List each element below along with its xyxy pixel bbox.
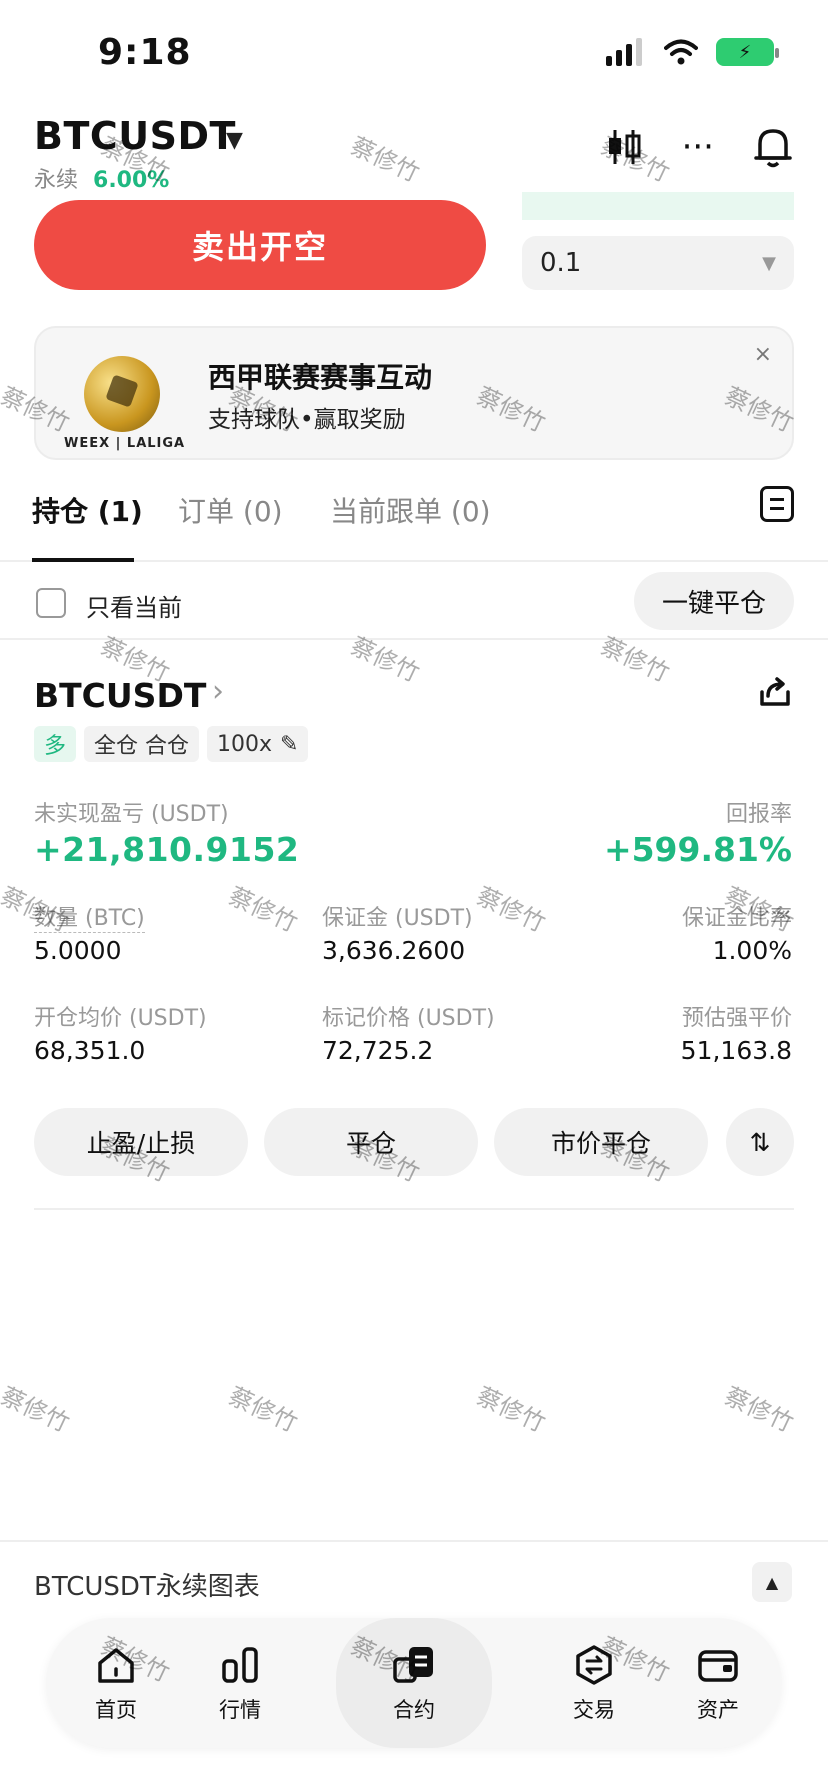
close-all-button[interactable]: 一键平仓 (634, 572, 794, 630)
mark-price-value: 72,725.2 (322, 1036, 434, 1065)
share-icon[interactable] (758, 676, 792, 708)
watermark: 蔡修竹 (472, 881, 550, 938)
perp-label: 永续 (34, 168, 79, 193)
nav-markets[interactable]: 行情 (180, 1618, 300, 1748)
watermark: 蔡修竹 (224, 881, 302, 938)
futures-icon (393, 1647, 433, 1683)
quantity-select[interactable]: 0.1 ▼ (522, 236, 794, 290)
status-icons: ⚡ (606, 38, 779, 66)
header: BTCUSDT ▼ 永续 6.00% ··· (0, 110, 828, 200)
qty-value: 5.0000 (34, 936, 122, 965)
banner-title: 西甲联赛赛事互动 (208, 361, 433, 394)
quantity-value: 0.1 (540, 248, 582, 278)
watermark: 蔡修竹 (720, 1381, 798, 1438)
tab-copy-trading[interactable]: 当前跟单 (0) (330, 490, 491, 530)
nav-trade[interactable]: 交易 (534, 1618, 654, 1748)
sell-short-button[interactable]: 卖出开空 (34, 200, 486, 290)
header-actions: ··· (606, 126, 792, 168)
entry-price-value: 68,351.0 (34, 1036, 146, 1065)
margin-ratio-label: 保证金比率 (681, 906, 792, 931)
mark-price-label: 标记价格 (USDT) (322, 1006, 495, 1031)
divider (34, 1208, 794, 1210)
nav-markets-label: 行情 (219, 1698, 261, 1722)
margin-value: 3,636.2600 (322, 936, 466, 965)
candlestick-icon[interactable] (606, 128, 642, 166)
nav-assets[interactable]: 资产 (658, 1618, 778, 1748)
entry-price-label: 开仓均价 (USDT) (34, 1006, 207, 1031)
current-only-label: 只看当前 (86, 594, 182, 622)
pair-selector[interactable]: BTCUSDT (34, 114, 236, 158)
wallet-icon (698, 1650, 738, 1682)
position-tags: 多 全仓 合仓 100x ✎ (34, 726, 309, 762)
bar-chart-icon (222, 1647, 258, 1683)
qty-label[interactable]: 数量 (BTC) (34, 900, 145, 933)
orderbook-strip (522, 192, 794, 220)
tpsl-button[interactable]: 止盈/止损 (34, 1108, 248, 1176)
promo-banner[interactable]: WEEX | LALIGA 西甲联赛赛事互动 支持球队•赢取奖励 × (34, 326, 794, 460)
liq-price-label: 预估强平价 (681, 1006, 792, 1031)
roe-value: +599.81% (603, 830, 792, 869)
liq-price-value: 51,163.8 (680, 1036, 792, 1065)
roe-label: 回报率 (725, 802, 792, 827)
perp-rate: 6.00% (93, 168, 170, 193)
chevron-right-icon[interactable]: › (212, 674, 224, 709)
edit-icon: ✎ (280, 731, 299, 757)
close-icon[interactable]: × (754, 342, 772, 367)
close-position-button[interactable]: 平仓 (264, 1108, 478, 1176)
nav-futures[interactable]: 合约 (336, 1618, 492, 1748)
caret-down-icon: ▼ (762, 252, 776, 274)
bell-icon[interactable] (754, 126, 792, 168)
leverage-value: 100x (217, 731, 273, 757)
nav-home[interactable]: 首页 (56, 1618, 176, 1748)
watermark: 蔡修竹 (0, 1381, 74, 1438)
current-only-checkbox[interactable] (36, 588, 66, 618)
nav-assets-label: 资产 (697, 1698, 739, 1722)
chart-bar[interactable]: BTCUSDT永续图表 ▲ (0, 1540, 828, 1630)
reverse-icon[interactable]: ⇅ (726, 1108, 794, 1176)
bottom-nav: 首页 行情 合约 交易 资产 (46, 1618, 782, 1748)
tab-indicator (32, 558, 134, 562)
exchange-icon (576, 1645, 612, 1685)
watermark: 蔡修竹 (472, 1381, 550, 1438)
nav-trade-label: 交易 (573, 1698, 615, 1722)
margin-label: 保证金 (USDT) (322, 906, 473, 931)
nav-home-label: 首页 (95, 1698, 137, 1722)
filter-row: 只看当前 一键平仓 (0, 566, 828, 640)
home-icon (98, 1648, 134, 1683)
watermark: 蔡修竹 (224, 1381, 302, 1438)
tab-orders[interactable]: 订单 (0) (178, 490, 283, 530)
nav-futures-label: 合约 (393, 1698, 435, 1722)
football-icon (84, 356, 160, 432)
brand-logo: WEEX | LALIGA (64, 436, 186, 451)
status-bar: 9:18 ⚡ (0, 0, 828, 110)
margin-mode-tag[interactable]: 全仓 合仓 (84, 726, 200, 762)
pnl-value: +21,810.9152 (34, 830, 300, 869)
wifi-icon (664, 39, 698, 65)
banner-subtitle: 支持球队•赢取奖励 (208, 407, 406, 433)
position-actions: 止盈/止损 平仓 市价平仓 ⇅ (34, 1108, 794, 1176)
market-close-button[interactable]: 市价平仓 (494, 1108, 708, 1176)
caret-down-icon[interactable]: ▼ (226, 128, 243, 153)
position-symbol[interactable]: BTCUSDT (34, 676, 206, 715)
side-tag: 多 (34, 726, 77, 762)
margin-ratio-value: 1.00% (712, 936, 792, 965)
perp-info: 永续 6.00% (34, 162, 169, 194)
leverage-tag[interactable]: 100x ✎ (207, 726, 309, 762)
document-icon[interactable] (760, 486, 794, 522)
chevron-up-icon[interactable]: ▲ (752, 1562, 792, 1602)
chart-label: BTCUSDT永续图表 (34, 1572, 260, 1602)
more-icon[interactable]: ··· (682, 127, 714, 167)
pnl-label: 未实现盈亏 (USDT) (34, 802, 229, 827)
battery-icon: ⚡ (716, 38, 779, 66)
clock: 9:18 (98, 32, 192, 73)
signal-icon (606, 38, 642, 66)
position-tabs: 持仓 (1) 订单 (0) 当前跟单 (0) (0, 486, 828, 562)
tab-positions[interactable]: 持仓 (1) (32, 490, 143, 530)
